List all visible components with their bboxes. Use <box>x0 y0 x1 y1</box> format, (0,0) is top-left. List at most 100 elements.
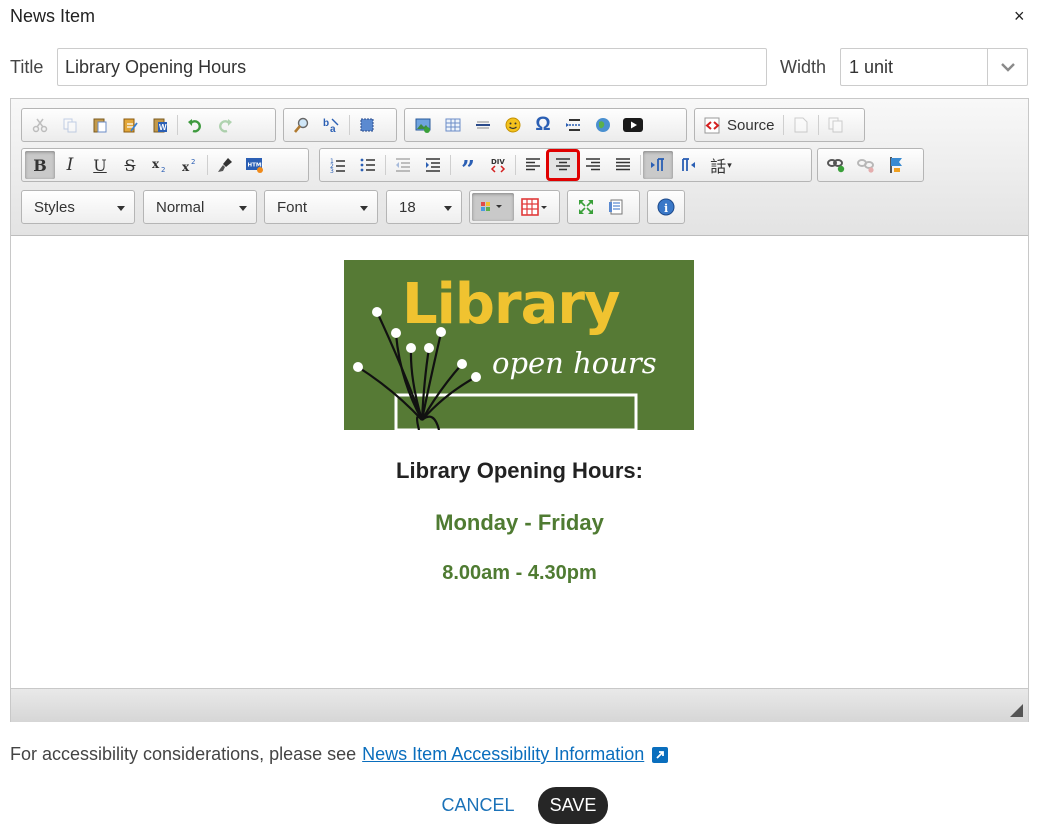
anchor-flag-icon[interactable] <box>881 151 911 179</box>
iframe-globe-icon[interactable] <box>588 111 618 139</box>
smiley-icon[interactable] <box>498 111 528 139</box>
link-icon[interactable] <box>821 151 851 179</box>
superscript-icon[interactable]: x2 <box>175 151 205 179</box>
text-color-icon[interactable] <box>472 193 514 221</box>
banner-subtitle: open hours <box>492 346 657 380</box>
toolbar-group-paragraph: 123 ” DIV 話 ▾ <box>319 148 812 184</box>
resize-handle-icon[interactable] <box>1010 704 1023 717</box>
styles-dropdown[interactable]: Styles <box>21 190 135 224</box>
special-character-icon[interactable]: Ω <box>528 111 558 139</box>
maximize-icon[interactable] <box>571 193 601 221</box>
about-info-icon[interactable]: i <box>651 193 681 221</box>
justify-icon[interactable] <box>608 151 638 179</box>
font-dropdown[interactable]: Font <box>264 190 378 224</box>
div-container-icon[interactable]: DIV <box>483 151 513 179</box>
redo-icon[interactable] <box>210 111 240 139</box>
align-left-icon[interactable] <box>518 151 548 179</box>
toolbar-group-basicstyles: B I U S x2 x2 HTML <box>21 148 309 182</box>
italic-icon[interactable]: I <box>55 151 85 179</box>
align-center-icon[interactable] <box>546 149 580 181</box>
image-icon[interactable] <box>408 111 438 139</box>
chevron-down-icon <box>239 206 247 211</box>
toolbar-separator <box>782 115 784 135</box>
svg-text:x: x <box>182 160 190 173</box>
numbered-list-icon[interactable]: 123 <box>323 151 353 179</box>
svg-text:2: 2 <box>191 158 195 166</box>
toolbar-group-tools <box>567 190 640 224</box>
unlink-icon[interactable] <box>851 151 881 179</box>
toolbar-separator <box>177 115 178 135</box>
paste-text-icon[interactable] <box>115 111 145 139</box>
font-size-dropdown[interactable]: 18 <box>386 190 462 224</box>
source-button[interactable]: Source <box>698 111 781 139</box>
new-page-icon[interactable] <box>786 111 816 139</box>
format-dropdown-label: Normal <box>156 198 205 216</box>
title-input[interactable] <box>57 48 767 86</box>
svg-text:DIV: DIV <box>491 158 505 166</box>
source-icon <box>704 117 720 134</box>
toolbar-group-insert: Ω <box>404 108 687 142</box>
content-days: Monday - Friday <box>435 510 604 535</box>
cut-icon[interactable] <box>25 111 55 139</box>
bold-icon[interactable]: B <box>25 151 55 179</box>
language-icon[interactable]: 話 ▾ <box>703 151 739 179</box>
styles-dropdown-label: Styles <box>34 198 75 216</box>
title-label: Title <box>10 57 44 77</box>
toolbar-group-document: Source <box>694 108 865 142</box>
bulleted-list-icon[interactable] <box>353 151 383 179</box>
templates-icon[interactable] <box>821 111 851 139</box>
source-button-label: Source <box>727 116 775 134</box>
paste-from-word-icon[interactable]: W <box>145 111 175 139</box>
width-label: Width <box>780 57 827 77</box>
svg-text:i: i <box>664 202 668 215</box>
youtube-icon[interactable] <box>618 111 648 139</box>
toolbar-separator <box>385 155 386 175</box>
format-dropdown[interactable]: Normal <box>143 190 257 224</box>
toolbar-separator <box>640 155 641 175</box>
text-direction-rtl-icon[interactable] <box>673 151 703 179</box>
accessibility-info-link[interactable]: News Item Accessibility Information <box>362 744 644 765</box>
editor-toolbar: W ba Ω Source B I U S x 2 x 2 HTML 1 2 3… <box>11 99 1028 236</box>
subscript-icon[interactable]: x2 <box>145 151 175 179</box>
svg-text:2: 2 <box>161 166 165 173</box>
chevron-down-icon <box>987 49 1027 85</box>
toolbar-group-links <box>817 148 924 182</box>
blockquote-icon[interactable]: ” <box>453 151 483 184</box>
underline-icon[interactable]: U <box>85 151 115 179</box>
align-right-icon[interactable] <box>578 151 608 179</box>
toolbar-separator <box>450 155 451 175</box>
html5-icon[interactable]: HTML <box>240 151 270 179</box>
editor-statusbar <box>11 688 1028 722</box>
toolbar-separator <box>515 155 516 175</box>
show-blocks-icon[interactable] <box>601 193 631 221</box>
dialog-title: News Item <box>10 6 96 26</box>
indent-icon[interactable] <box>418 151 448 179</box>
outdent-icon[interactable] <box>388 151 418 179</box>
svg-text:3: 3 <box>330 168 334 173</box>
horizontal-rule-icon[interactable] <box>468 111 498 139</box>
save-button[interactable]: SAVE <box>538 787 608 824</box>
select-all-icon[interactable] <box>352 111 382 139</box>
banner-title: Library <box>402 272 620 337</box>
external-link-icon[interactable] <box>652 746 669 763</box>
strikethrough-icon[interactable]: S <box>115 151 145 179</box>
svg-text:x: x <box>152 157 160 171</box>
font-size-dropdown-label: 18 <box>399 198 416 216</box>
toolbar-group-clipboard: W <box>21 108 276 142</box>
table-icon[interactable] <box>438 111 468 139</box>
text-direction-ltr-icon[interactable] <box>643 151 673 179</box>
find-icon[interactable] <box>287 111 317 139</box>
copy-icon[interactable] <box>55 111 85 139</box>
svg-text:b: b <box>323 118 329 129</box>
replace-icon[interactable]: ba <box>317 111 347 139</box>
editor-content-area[interactable]: Library open hours Library Opening Hours… <box>11 236 1028 688</box>
width-select[interactable]: 1 unit <box>840 48 1028 86</box>
background-color-icon[interactable] <box>514 193 556 221</box>
paste-icon[interactable] <box>85 111 115 139</box>
cancel-button[interactable]: CANCEL <box>432 787 524 823</box>
remove-format-icon[interactable] <box>210 151 240 179</box>
undo-icon[interactable] <box>180 111 210 139</box>
page-break-icon[interactable] <box>558 111 588 139</box>
toolbar-group-colors <box>469 190 560 224</box>
close-icon[interactable]: × <box>1014 6 1025 26</box>
